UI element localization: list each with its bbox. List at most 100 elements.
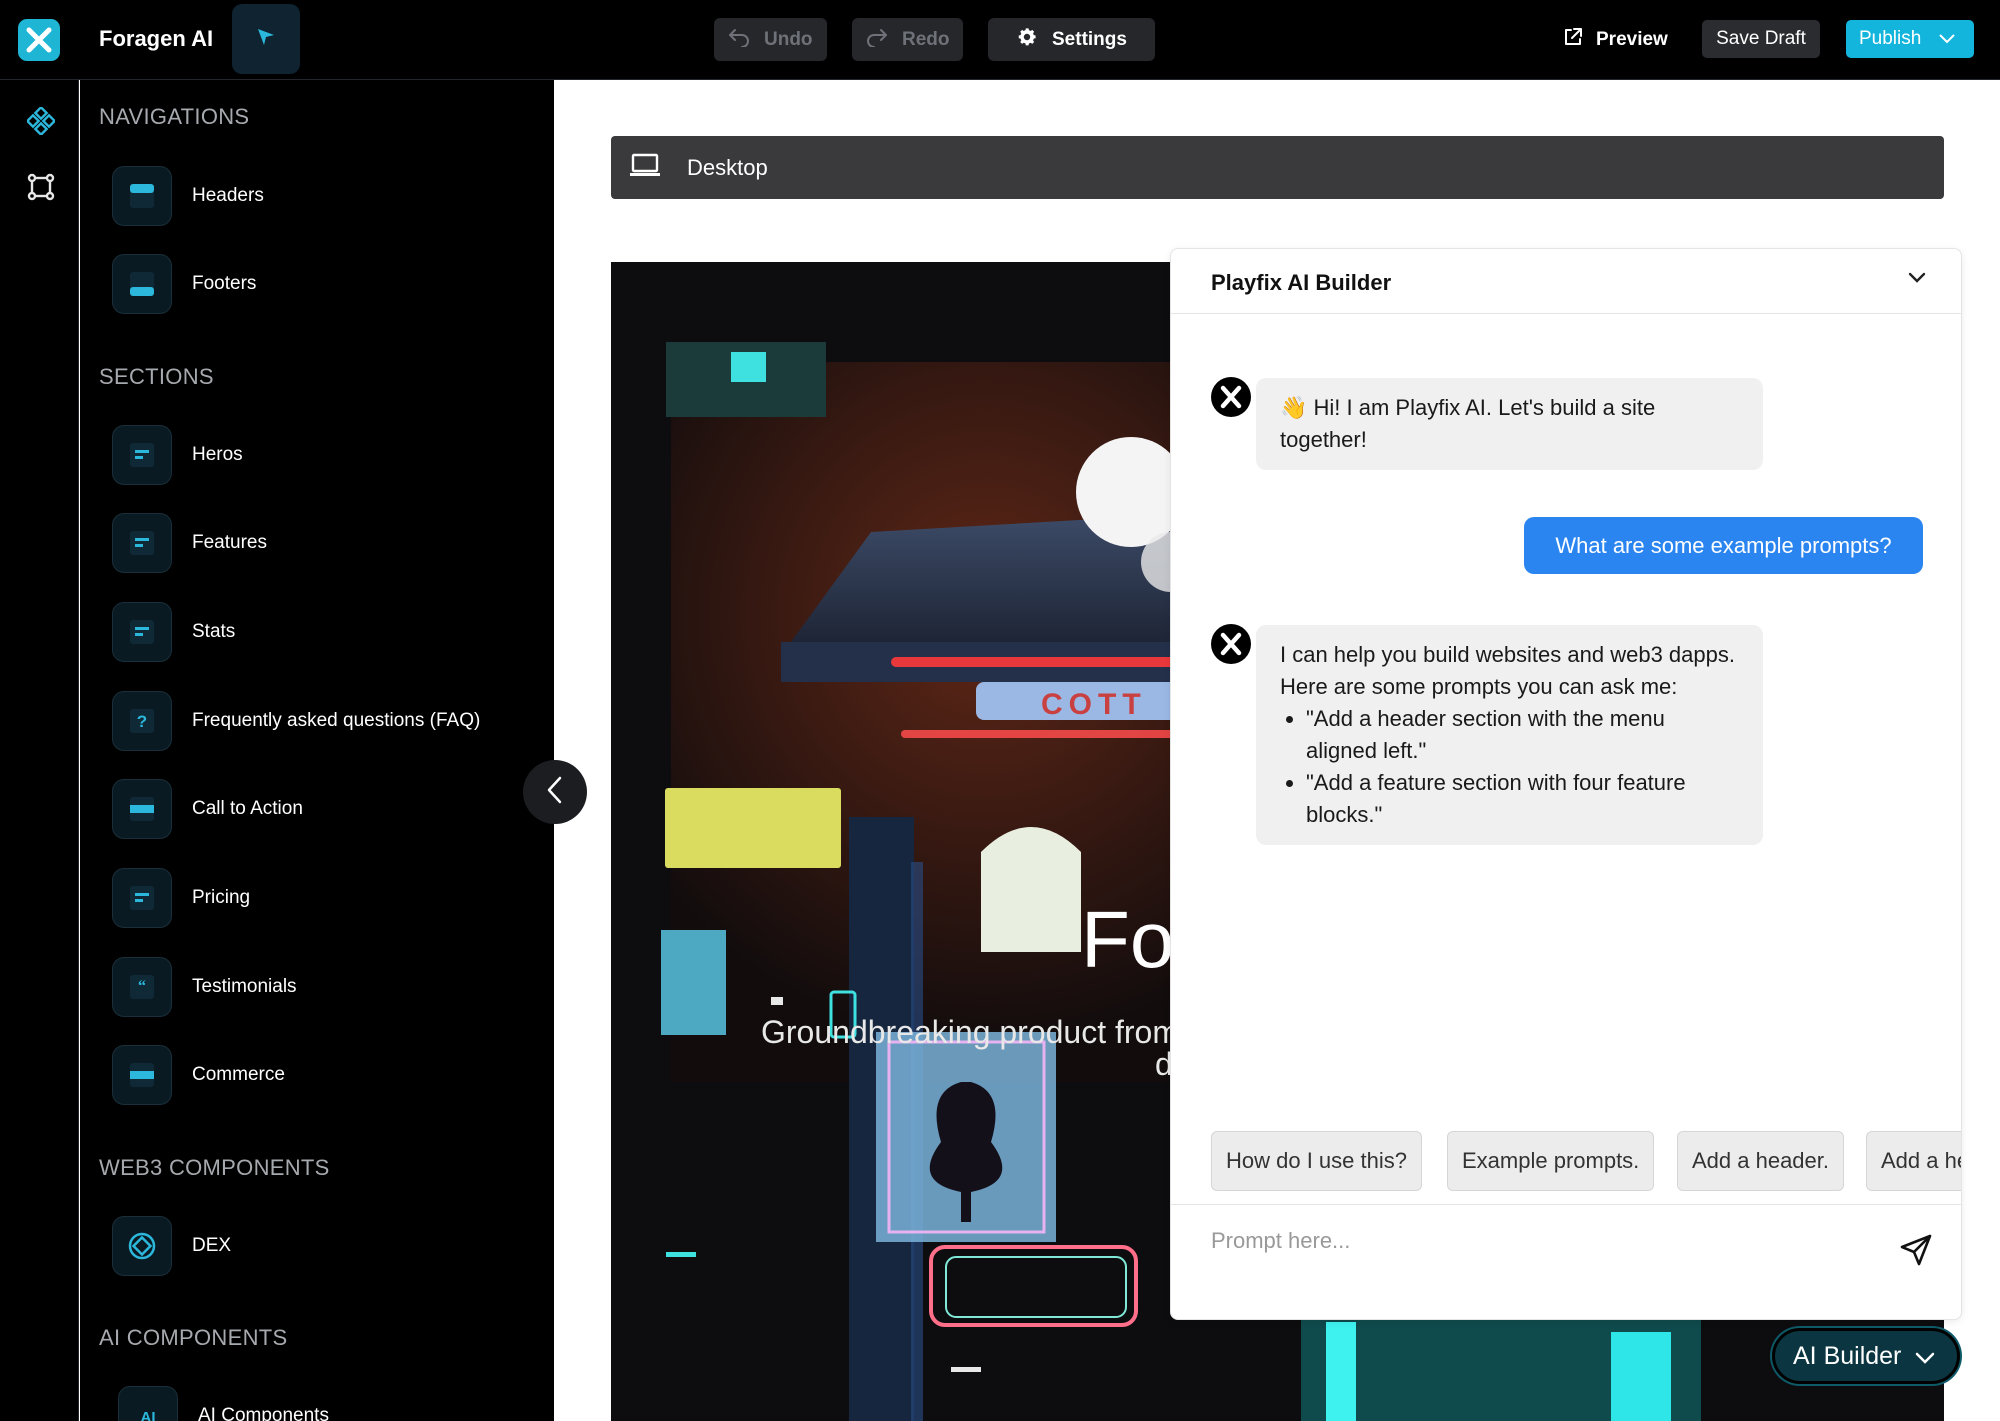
sidebar-item-label: Footers [192,273,257,294]
svg-text:?: ? [137,712,147,731]
features-layout-icon [112,513,172,573]
sidebar-item-label: Testimonials [192,976,297,997]
collapse-sidebar-button[interactable] [523,760,587,824]
save-draft-button[interactable]: Save Draft [1702,20,1820,58]
sidebar-item-ai-components[interactable]: AI AI Components [118,1386,329,1421]
ai-icon: AI [118,1386,178,1421]
sidebar-item-commerce[interactable]: Commerce [112,1045,285,1105]
redo-label: Redo [902,28,950,50]
ai-message: I can help you build websites and web3 d… [1256,625,1763,845]
preview-button[interactable]: Preview [1562,26,1668,54]
dex-icon [112,1216,172,1276]
suggestion-chips: How do I use this? Example prompts. Add … [1211,1131,1961,1193]
settings-label: Settings [1052,28,1127,50]
sidebar-item-label: AI Components [198,1405,329,1421]
ai-builder-toggle[interactable]: AI Builder [1772,1328,1960,1384]
laptop-icon [629,152,661,183]
svg-text:“: “ [138,978,146,995]
sidebar-item-footers[interactable]: Footers [112,254,256,314]
hero-layout-icon [112,425,172,485]
components-sidebar: NAVIGATIONS Headers Footers SECTIONS Her… [80,80,554,1421]
sidebar-item-label: Heros [192,444,243,465]
cursor-arrow-icon [255,26,277,53]
user-message: What are some example prompts? [1524,517,1923,574]
settings-button[interactable]: Settings [988,18,1155,61]
preview-label: Preview [1596,29,1668,50]
app-logo[interactable] [18,19,60,61]
ai-builder-panel: Playfix AI Builder 👋 Hi! I am Playfix AI… [1170,248,1962,1320]
send-icon[interactable] [1899,1233,1933,1272]
publish-button[interactable]: Publish [1846,20,1974,58]
chevron-left-icon [546,776,564,809]
app-title: Foragen AI [99,26,214,51]
footer-layout-icon [112,254,172,314]
icon-rail [0,80,79,1421]
stats-layout-icon [112,602,172,662]
prompt-bar [1171,1204,1961,1319]
hero-title[interactable]: Fo [1081,894,1174,986]
section-title-web3-components: WEB3 COMPONENTS [99,1155,330,1180]
sidebar-item-label: Pricing [192,887,251,908]
svg-text:COTT: COTT [1041,688,1147,721]
undo-icon [728,27,750,53]
components-icon[interactable] [24,104,58,138]
ai-avatar [1211,377,1251,417]
suggestion-chip[interactable]: Add a hero. [1866,1131,1961,1191]
suggestion-chip[interactable]: Add a header. [1677,1131,1845,1191]
sidebar-item-heros[interactable]: Heros [112,425,243,485]
pricing-layout-icon [112,868,172,928]
chevron-down-icon[interactable] [1939,28,1956,50]
ai-message-text: I can help you build websites and web3 d… [1280,642,1735,699]
section-title-sections: SECTIONS [99,364,214,389]
quote-icon: “ [112,957,172,1017]
sidebar-item-label: Stats [192,621,236,642]
undo-label: Undo [764,28,813,50]
external-link-icon [1562,26,1584,54]
sidebar-item-call-to-action[interactable]: Call to Action [112,779,303,839]
prompt-input[interactable] [1211,1221,1891,1261]
hero-subtitle[interactable]: Groundbreaking product from [761,1014,1179,1051]
ai-builder-title: Playfix AI Builder [1211,270,1392,295]
redo-icon [866,27,888,53]
section-title-navigations: NAVIGATIONS [99,104,250,129]
sidebar-item-faq[interactable]: ? Frequently asked questions (FAQ) [112,691,480,751]
ai-avatar [1211,624,1251,664]
sidebar-item-testimonials[interactable]: “ Testimonials [112,957,297,1017]
gear-icon [1016,26,1038,54]
header-layout-icon [112,166,172,226]
example-prompt: "Add a feature section with four feature… [1306,767,1739,831]
ai-message: 👋 Hi! I am Playfix AI. Let's build a sit… [1256,378,1763,470]
section-title-ai-components: AI COMPONENTS [99,1325,288,1350]
sidebar-item-label: Call to Action [192,798,303,819]
redo-button[interactable]: Redo [852,18,963,61]
suggestion-chip[interactable]: Example prompts. [1447,1131,1655,1191]
chevron-down-icon[interactable] [1907,271,1927,290]
sidebar-item-label: Frequently asked questions (FAQ) [192,710,481,731]
device-selector[interactable]: Desktop [611,136,1944,199]
sidebar-item-label: Headers [192,185,264,206]
top-bar: Foragen AI Undo Redo Settings Preview Sa… [0,0,2000,80]
sidebar-item-label: DEX [192,1235,232,1256]
commerce-layout-icon [112,1045,172,1105]
select-tool-button[interactable] [232,4,300,74]
ai-builder-header: Playfix AI Builder [1171,249,1961,314]
chevron-down-icon [1915,1342,1935,1371]
sidebar-item-stats[interactable]: Stats [112,602,235,662]
sidebar-item-pricing[interactable]: Pricing [112,868,250,928]
cta-layout-icon [112,779,172,839]
sidebar-item-features[interactable]: Features [112,513,267,573]
sidebar-item-dex[interactable]: DEX [112,1216,231,1276]
question-mark-icon: ? [112,691,172,751]
sidebar-item-label: Commerce [192,1064,285,1085]
sidebar-item-label: Features [192,532,267,553]
suggestion-chip[interactable]: How do I use this? [1211,1131,1422,1191]
frame-icon[interactable] [24,170,58,204]
svg-text:AI: AI [141,1409,156,1421]
ai-builder-label: AI Builder [1793,1341,1902,1370]
sidebar-item-headers[interactable]: Headers [112,166,264,226]
example-prompt: "Add a header section with the menu alig… [1306,703,1739,767]
undo-button[interactable]: Undo [714,18,827,61]
example-prompt-list: "Add a header section with the menu alig… [1280,703,1739,831]
publish-label: Publish [1859,28,1922,49]
device-label: Desktop [687,154,768,180]
